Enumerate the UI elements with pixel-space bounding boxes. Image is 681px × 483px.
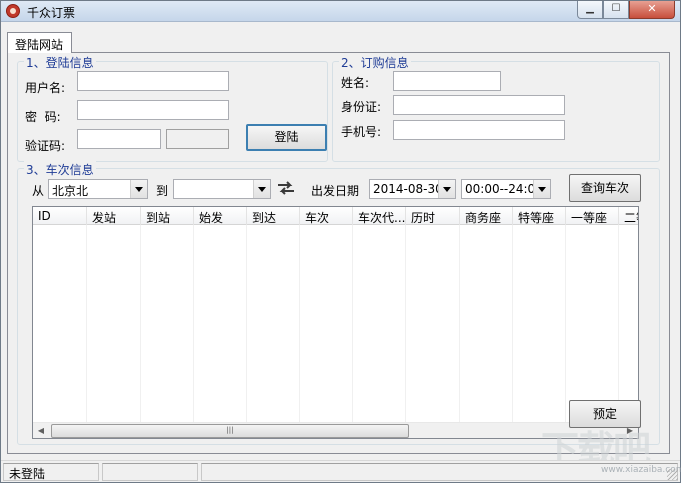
query-trains-button[interactable]: 查询车次: [569, 174, 641, 202]
title-bar[interactable]: 千众订票 ▁ ☐ ✕: [1, 1, 680, 22]
username-label: 用户名:: [25, 81, 66, 95]
departure-date-picker[interactable]: 2014-08-30: [369, 179, 456, 199]
chevron-down-icon: [253, 180, 270, 198]
tab-panel: 1、登陆信息 用户名: 密 码: 验证码: 登陆 2、订购信息 姓名: 身份证:…: [7, 52, 670, 472]
username-input[interactable]: [77, 71, 229, 91]
order-info-legend: 2、订购信息: [339, 54, 411, 71]
train-list-header: ID 发站 到站 始发 到达 车次 车次代... 历时 商务座 特等座 一等座 …: [33, 207, 638, 225]
login-status: 未登陆: [3, 463, 99, 481]
minimize-icon: ▁: [586, 3, 594, 14]
grid-line: [193, 225, 194, 424]
grid-line: [618, 225, 619, 424]
to-station-select[interactable]: [173, 179, 271, 199]
to-label: 到: [156, 184, 169, 198]
grid-line: [565, 225, 566, 424]
grid-line: [246, 225, 247, 424]
phone-label: 手机号:: [341, 125, 382, 139]
chevron-left-icon: ◀: [37, 426, 45, 435]
grid-line: [299, 225, 300, 424]
password-input[interactable]: [77, 100, 229, 120]
login-info-legend: 1、登陆信息: [24, 54, 96, 71]
chevron-down-icon: [438, 180, 455, 198]
captcha-input[interactable]: [77, 129, 161, 149]
from-label: 从: [32, 184, 45, 198]
column-header-business-seat[interactable]: 商务座: [460, 207, 513, 225]
column-header-first-class[interactable]: 一等座: [566, 207, 619, 225]
maximize-icon: ☐: [611, 3, 621, 14]
column-header-start-time[interactable]: 始发: [194, 207, 247, 225]
window-title: 千众订票: [27, 6, 76, 20]
captcha-label: 验证码:: [25, 139, 66, 153]
tab-label: 登陆网站: [15, 38, 64, 52]
chevron-down-icon: [130, 180, 147, 198]
departure-date-label: 出发日期: [311, 184, 360, 198]
scroll-left-button[interactable]: ◀: [33, 423, 49, 438]
resize-grip-icon[interactable]: [667, 469, 678, 480]
column-header-premium-seat[interactable]: 特等座: [513, 207, 566, 225]
captcha-image[interactable]: [166, 129, 229, 149]
grip-icon: |||: [226, 426, 234, 434]
login-button[interactable]: 登陆: [246, 124, 327, 151]
name-label: 姓名:: [341, 76, 370, 90]
from-station-select[interactable]: 北京北: [48, 179, 148, 199]
grid-line: [86, 225, 87, 424]
app-logo-icon: [6, 4, 20, 18]
name-input[interactable]: [393, 71, 501, 91]
minimize-button[interactable]: ▁: [577, 1, 603, 19]
tab-login-site[interactable]: 登陆网站: [7, 32, 72, 53]
departure-date-value: 2014-08-30: [373, 182, 443, 196]
column-header-duration[interactable]: 历时: [406, 207, 460, 225]
id-card-label: 身份证:: [341, 100, 382, 114]
time-range-value: 00:00--24:00: [465, 182, 543, 196]
close-icon: ✕: [647, 2, 657, 15]
grid-line: [459, 225, 460, 424]
column-header-second-class[interactable]: 二等座: [619, 207, 638, 225]
chevron-down-icon: [533, 180, 550, 198]
scrollbar-thumb[interactable]: |||: [51, 424, 409, 438]
id-card-input[interactable]: [393, 95, 565, 115]
status-pane: [102, 463, 198, 481]
grid-line: [405, 225, 406, 424]
grid-line: [512, 225, 513, 424]
from-station-value: 北京北: [52, 184, 89, 198]
column-header-train-code[interactable]: 车次代...: [353, 207, 406, 225]
column-header-id[interactable]: ID: [33, 207, 87, 225]
grid-line: [352, 225, 353, 424]
train-info-legend: 3、车次信息: [24, 161, 96, 178]
order-info-group: 2、订购信息 姓名: 身份证: 手机号:: [332, 54, 660, 162]
maximize-button[interactable]: ☐: [603, 1, 629, 19]
grid-line: [140, 225, 141, 424]
swap-stations-icon[interactable]: [276, 180, 296, 196]
train-list[interactable]: ID 发站 到站 始发 到达 车次 车次代... 历时 商务座 特等座 一等座 …: [32, 206, 639, 439]
login-info-group: 1、登陆信息 用户名: 密 码: 验证码: 登陆: [17, 54, 328, 162]
app-window: 千众订票 ▁ ☐ ✕ 登陆网站 1、登陆信息 用户名: 密 码: 验证码: 登陆…: [0, 0, 681, 483]
column-header-train-no[interactable]: 车次: [300, 207, 353, 225]
status-bar: 未登陆 www.xiazaiba.com: [1, 460, 681, 482]
time-range-select[interactable]: 00:00--24:00: [461, 179, 551, 199]
column-header-to[interactable]: 到站: [141, 207, 194, 225]
close-button[interactable]: ✕: [629, 1, 675, 19]
password-label: 密 码:: [25, 110, 61, 124]
phone-input[interactable]: [393, 120, 565, 140]
column-header-arrive-time[interactable]: 到达: [247, 207, 300, 225]
column-header-from[interactable]: 发站: [87, 207, 141, 225]
